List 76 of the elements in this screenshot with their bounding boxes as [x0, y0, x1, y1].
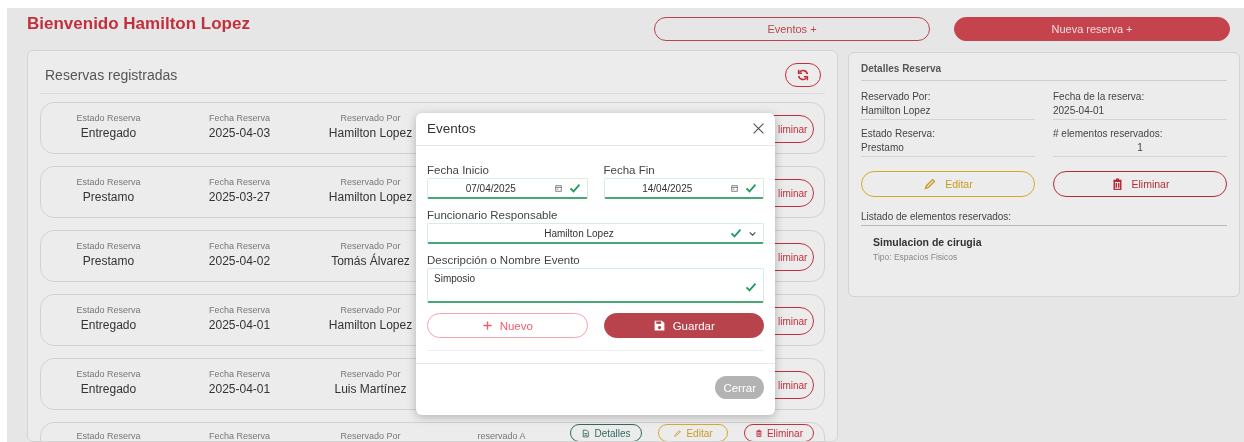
field-value: Entregado [80, 318, 137, 332]
field-label: Estado Reserva [76, 177, 141, 187]
check-icon [745, 281, 757, 293]
field-label: Estado Reserva [76, 431, 141, 441]
item-type: Tipo: Espacios Fisicos [873, 252, 959, 262]
field-value: 2025-04-01 [208, 382, 271, 396]
field-value: Hamilton Lopez [328, 126, 413, 140]
field-label: Fecha Reserva [209, 241, 270, 251]
field-label: Fecha Reserva [209, 177, 270, 187]
field-label: Reservado Por [340, 113, 401, 123]
field-value: Entregado [80, 382, 137, 396]
check-icon [730, 227, 742, 239]
date-field[interactable]: 07/04/2025 [427, 178, 588, 199]
close-button[interactable] [752, 122, 765, 135]
field-label: Fecha Reserva [209, 305, 270, 315]
dialog-title: Eventos [427, 121, 476, 136]
check-icon [568, 182, 581, 194]
pencil-icon [673, 428, 683, 438]
field-label: Funcionario Responsable [427, 209, 559, 221]
calendar-icon [553, 183, 563, 193]
field-label: Estado Reserva [76, 241, 141, 251]
field-label: Fecha Fin [603, 164, 656, 176]
text-area[interactable]: Simposio [427, 268, 764, 303]
field-value: Hamilton Lopez [328, 318, 413, 332]
select-field[interactable]: Hamilton Lopez [427, 223, 764, 244]
detail-label: # elementos reservados: [1053, 128, 1164, 139]
plus-icon [481, 320, 493, 331]
welcome-title: Bienvenido Hamilton Lopez [27, 14, 251, 34]
trash-icon [755, 428, 763, 438]
panel-title: Detalles Reserva [861, 63, 1227, 81]
field-label: Reservado Por [340, 305, 401, 315]
panel-title: Reservas registradas [45, 67, 178, 83]
detail-value: 1 [1136, 142, 1144, 153]
field-label: Reservado Por [340, 241, 401, 251]
save-button[interactable]: Guardar [603, 313, 764, 338]
field-label: Fecha Reserva [209, 113, 270, 123]
trash-icon [1110, 177, 1124, 191]
field-label: Reservado Por [340, 369, 401, 379]
close-icon [752, 122, 765, 135]
save-icon [652, 319, 666, 332]
detail-label: Fecha de la reserva: [1053, 91, 1146, 102]
list-title: Listado de elementos reservados: [861, 211, 1227, 226]
field-label: Reservado Por [340, 177, 401, 187]
item-name: Simulacion de cirugia [873, 236, 983, 248]
detail-value: Prestamo [861, 142, 905, 153]
detail-label: Estado Reserva: [861, 128, 936, 139]
check-icon [745, 182, 757, 194]
field-label: Reservado Por [340, 431, 401, 441]
field-label: Estado Reserva [76, 369, 141, 379]
new-button[interactable]: Nuevo [427, 313, 588, 338]
document-icon [581, 428, 591, 438]
field-value: Prestamo [82, 254, 135, 268]
field-value: 2025-04-02 [208, 254, 271, 268]
refresh-icon [796, 68, 810, 82]
date-field[interactable]: 14/04/2025 [603, 178, 764, 199]
field-value: 2025-04-01 [208, 318, 271, 332]
field-value: 2025-03-27 [208, 190, 271, 204]
calendar-icon [730, 183, 739, 193]
detail-value: 2025-04-01 [1053, 105, 1106, 116]
field-value: Prestamo [82, 190, 135, 204]
field-label: Estado Reserva [76, 113, 141, 123]
field-label: reservado A [477, 431, 526, 441]
field-value: Tomás Álvarez [331, 254, 410, 268]
field-label: Estado Reserva [76, 305, 141, 315]
detail-value: Hamilton Lopez [861, 105, 932, 116]
field-value: Entregado [80, 126, 137, 140]
detail-label: Reservado Por: [861, 91, 932, 102]
field-label: Descripción o Nombre Evento [427, 254, 581, 266]
new-reservation-button[interactable]: Nueva reserva + [954, 17, 1230, 41]
field-value: 2025-04-03 [208, 126, 271, 140]
field-value: Luis Martínez [334, 382, 407, 396]
field-value: Hamilton Lopez [328, 190, 413, 204]
field-label: Fecha Reserva [209, 369, 270, 379]
field-label: Fecha Reserva [209, 431, 270, 441]
field-label: Fecha Inicio [427, 164, 490, 176]
pencil-icon [923, 177, 938, 191]
